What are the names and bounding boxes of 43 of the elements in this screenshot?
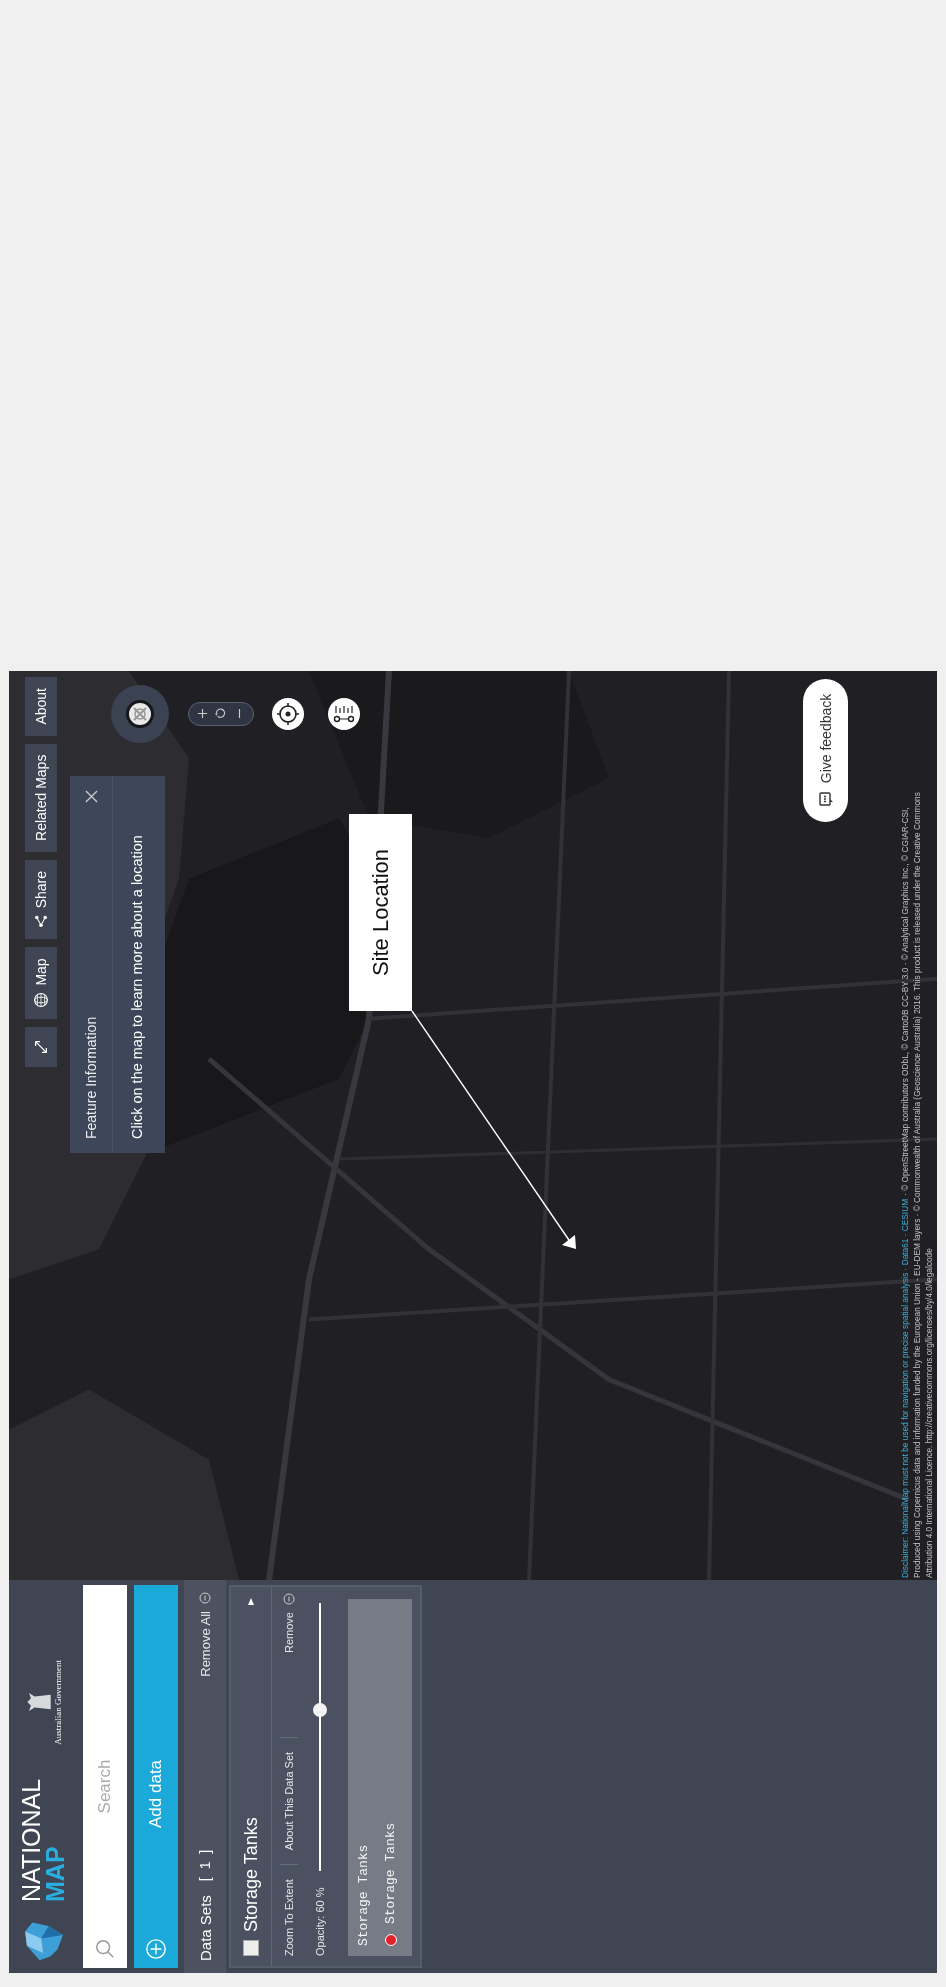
dataset-action-link[interactable]: Remove — [283, 1608, 295, 1657]
menu-button[interactable]: Share — [25, 860, 57, 940]
menu-button[interactable]: Related Maps — [25, 743, 57, 852]
data-sets-label: Data Sets — [196, 1895, 214, 1961]
zoom-in-icon[interactable] — [196, 708, 208, 720]
locate-icon[interactable] — [272, 698, 304, 730]
caret-icon[interactable] — [246, 1597, 256, 1607]
feedback-button[interactable]: Give feedback — [803, 679, 848, 822]
globe-icon — [33, 991, 49, 1008]
close-icon[interactable] — [84, 790, 98, 803]
dataset-action-link[interactable]: Zoom To Extent — [283, 1875, 295, 1960]
site-location-label: Site Location — [349, 814, 412, 1011]
attribution-text: · © OpenStreetMap contributors ODbL, © CartoDB CC-BY 3.0 · © Analytical Graphics Inc., © CGIAR-CSI, — [900, 807, 910, 1196]
menu-button[interactable]: About — [25, 677, 57, 736]
fullscreen-button[interactable] — [25, 1026, 57, 1067]
checkbox[interactable] — [243, 1940, 259, 1956]
info-icon — [199, 1592, 211, 1604]
search-field[interactable]: Search — [83, 1585, 127, 1968]
brand-subtitle: MAP — [44, 1845, 68, 1902]
share-icon — [34, 914, 48, 929]
legend-title: Storage Tanks — [356, 1843, 371, 1946]
remove-all-link[interactable]: Remove All — [197, 1607, 213, 1681]
attribution-text: Attribution 4.0 International Licence. http://creativecommons.org/licenses/by/4.0/legalcode — [924, 1248, 934, 1578]
search-icon — [94, 1938, 116, 1960]
attribution-text: Produced using Copernicus data and information funded by the European Union - EU-DEM layers · © Commonwealth of Australia (Geoscience Australia) 2016. This product is released under the Creative Commons — [912, 792, 922, 1578]
panel-title: Feature Information — [83, 1016, 99, 1139]
brand-title: NATIONAL — [20, 1778, 44, 1902]
dataset-title: Storage Tanks — [240, 1817, 262, 1932]
compass-icon[interactable] — [110, 684, 170, 744]
plus-icon — [145, 1938, 167, 1960]
feedback-icon — [817, 791, 834, 808]
dataset-action-link[interactable]: About This Data Set — [283, 1747, 295, 1855]
slider-thumb[interactable] — [313, 1703, 327, 1718]
measure-icon[interactable] — [328, 698, 360, 730]
data-sets-count: [ 1 ] — [197, 1847, 213, 1882]
government-label: Australian Government — [53, 1660, 63, 1745]
attribution-link[interactable]: Disclaimer: NationalMap must not be used for navigation or precise spatial analysis · Data61 · CESIUM — [900, 1198, 910, 1578]
panel-message: Click on the map to learn more about a location — [128, 834, 146, 1141]
reset-icon[interactable] — [215, 708, 227, 720]
opacity-label: Opacity: 60 % — [314, 1886, 326, 1956]
legend-label: Storage Tanks — [383, 1822, 398, 1924]
info-icon — [283, 1593, 295, 1605]
menu-button[interactable]: Map — [25, 947, 57, 1019]
